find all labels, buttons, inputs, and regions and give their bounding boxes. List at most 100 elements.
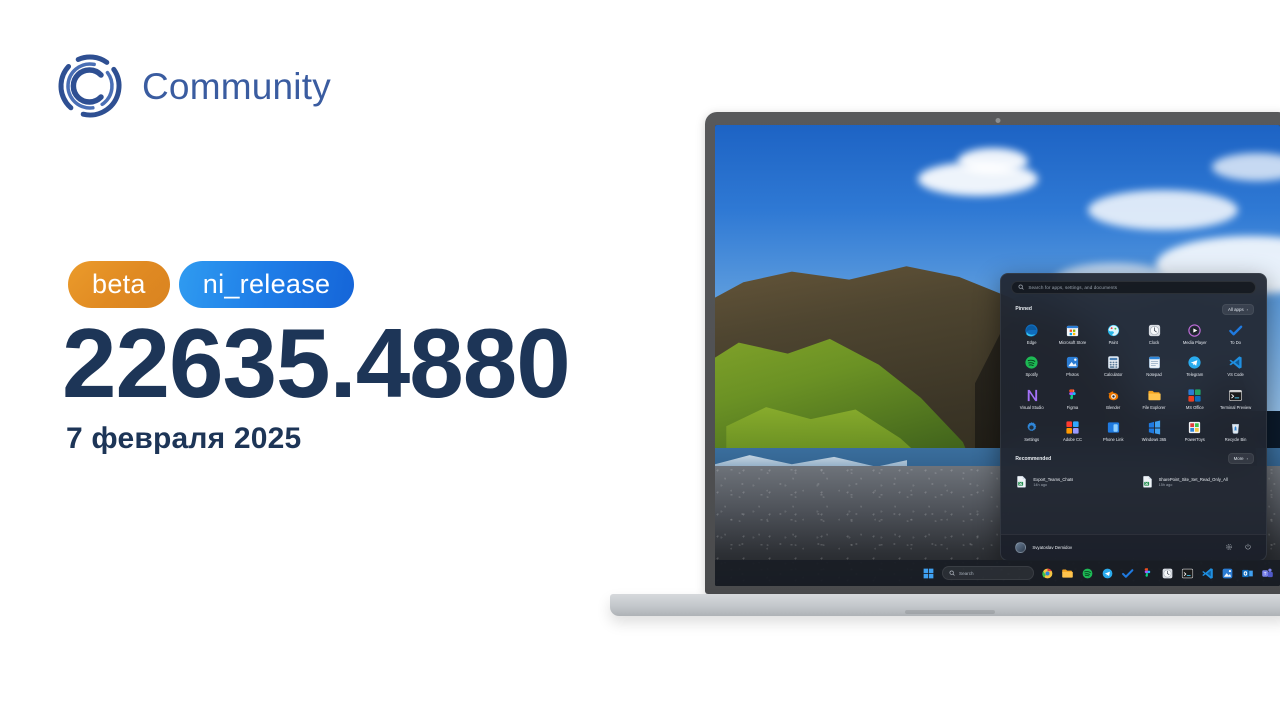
- pinned-app-settings[interactable]: Settings: [1011, 418, 1052, 445]
- app-label: Figma: [1066, 404, 1079, 410]
- pinned-app-visual-studio[interactable]: Visual Studio: [1011, 386, 1052, 413]
- chevron-right-icon: ›: [1246, 306, 1248, 312]
- app-label: Paint: [1108, 339, 1118, 345]
- outlook-icon[interactable]: [1241, 567, 1254, 580]
- user-avatar[interactable]: [1015, 541, 1027, 553]
- laptop-lid: Search for apps, settings, and documents…: [705, 112, 1280, 594]
- app-label: To Do: [1230, 339, 1241, 345]
- pinned-app-edge[interactable]: Edge: [1011, 321, 1052, 348]
- file-explorer-icon: [1147, 390, 1161, 401]
- pinned-app-phone-link[interactable]: Phone Link: [1093, 418, 1134, 445]
- app-label: Phone Link: [1103, 437, 1124, 443]
- edge-icon: [1025, 324, 1038, 337]
- pinned-app-notepad[interactable]: Notepad: [1134, 353, 1175, 380]
- start-search-input[interactable]: Search for apps, settings, and documents: [1011, 280, 1256, 294]
- account-bar: Svyatoslav Demidov: [1001, 533, 1266, 560]
- app-label: Edge: [1026, 339, 1037, 345]
- recommended-item-name: Export_Teams_Chats: [1033, 476, 1074, 482]
- build-number: 22635.4880: [62, 308, 571, 418]
- paint-icon: [1107, 324, 1119, 337]
- to-do-icon: [1229, 325, 1243, 336]
- calculator-icon: [1107, 356, 1119, 370]
- recommended-item-meta: 15h ago: [1158, 482, 1173, 487]
- all-apps-button[interactable]: All apps ›: [1222, 303, 1254, 315]
- blender-icon: [1108, 391, 1118, 401]
- app-label: Visual Studio: [1019, 404, 1044, 410]
- app-label: PowerToys: [1184, 437, 1205, 443]
- app-label: Spotify: [1025, 372, 1038, 378]
- recommended-section-header: Recommended More ›: [1015, 452, 1254, 465]
- settings-gear-icon: [1027, 422, 1037, 432]
- chrome-icon[interactable]: [1041, 567, 1054, 580]
- pinned-app-calculator[interactable]: Calculator: [1093, 353, 1134, 380]
- to-do-icon[interactable]: [1121, 567, 1134, 580]
- pinned-app-spotify[interactable]: Spotify: [1011, 353, 1052, 380]
- telegram-icon[interactable]: [1101, 567, 1114, 580]
- teams-icon[interactable]: T: [1261, 567, 1274, 580]
- figma-icon[interactable]: [1141, 567, 1154, 580]
- pinned-app-recycle-bin[interactable]: Recycle Bin: [1215, 418, 1256, 445]
- phone-link-icon: [1107, 422, 1119, 434]
- visual-studio-icon: [1027, 389, 1038, 402]
- pinned-app-to-do[interactable]: To Do: [1215, 321, 1256, 348]
- app-label: Calculator: [1104, 372, 1123, 378]
- slide-canvas: Community beta ni_release 22635.4880 7 ф…: [0, 0, 1280, 720]
- clock-icon[interactable]: [1161, 567, 1174, 580]
- recycle-bin-icon: [1232, 424, 1240, 435]
- terminal-icon[interactable]: [1181, 567, 1194, 580]
- pinned-app-powertoys[interactable]: PowerToys: [1174, 418, 1215, 445]
- pinned-app-ms-office[interactable]: MS Office: [1174, 386, 1215, 413]
- release-date: 7 февраля 2025: [66, 422, 302, 455]
- recommended-item[interactable]: Export_Teams_Chats 14h ago: [1011, 472, 1130, 491]
- pinned-app-figma[interactable]: Figma: [1052, 386, 1093, 413]
- windows-365-icon: [1148, 420, 1160, 435]
- powertoys-icon: [1189, 422, 1201, 434]
- pinned-section-header: Pinned All apps ›: [1015, 303, 1254, 315]
- pinned-app-terminal-preview[interactable]: Terminal Preview: [1215, 386, 1256, 413]
- notepad-icon: [1148, 357, 1160, 369]
- app-label: VS Code: [1227, 372, 1244, 378]
- start-menu: Search for apps, settings, and documents…: [1000, 272, 1267, 561]
- pinned-app-vs-code[interactable]: VS Code: [1215, 353, 1256, 380]
- pinned-app-blender[interactable]: Blender: [1093, 386, 1134, 413]
- pinned-app-adobe-cc[interactable]: Adobe CC: [1052, 418, 1093, 445]
- pinned-app-paint[interactable]: Paint: [1093, 321, 1134, 348]
- file-explorer-icon[interactable]: [1061, 567, 1074, 580]
- brand-lockup: Community: [56, 52, 331, 120]
- app-label: File Explorer: [1142, 404, 1166, 410]
- taskbar: Search T: [715, 560, 1280, 586]
- media-player-icon: [1188, 324, 1201, 337]
- pinned-app-windows-365[interactable]: Windows 365: [1134, 418, 1175, 445]
- gear-icon[interactable]: [1225, 543, 1233, 551]
- photos-icon: [1066, 357, 1079, 369]
- pinned-app-clock[interactable]: Clock: [1134, 321, 1175, 348]
- pinned-app-microsoft-store[interactable]: Microsoft Store: [1052, 321, 1093, 348]
- recommended-item[interactable]: SharePoint_Site_Set_Read_Only_All 15h ag…: [1137, 472, 1256, 491]
- ms-office-icon: [1188, 389, 1201, 402]
- power-icon[interactable]: [1244, 543, 1252, 551]
- pinned-app-media-player[interactable]: Media Player: [1174, 321, 1215, 348]
- vs-code-icon[interactable]: [1201, 567, 1214, 580]
- pinned-app-telegram[interactable]: Telegram: [1174, 353, 1215, 380]
- windows-start-icon[interactable]: [922, 567, 935, 580]
- excel-document-icon: [1017, 476, 1027, 488]
- search-icon: [949, 570, 955, 576]
- spotify-icon[interactable]: [1081, 567, 1094, 580]
- app-label: Terminal Preview: [1220, 404, 1252, 410]
- taskbar-search-box[interactable]: Search: [942, 566, 1034, 580]
- laptop-screen: Search for apps, settings, and documents…: [715, 125, 1280, 586]
- app-label: Photos: [1066, 372, 1079, 378]
- chevron-right-icon: ›: [1246, 456, 1248, 462]
- photos-icon[interactable]: [1221, 567, 1234, 580]
- more-button[interactable]: More ›: [1227, 452, 1254, 465]
- excel-document-icon: [1142, 476, 1152, 488]
- spotify-icon: [1025, 356, 1038, 369]
- laptop-base: [610, 594, 1280, 616]
- app-label: Media Player: [1182, 339, 1207, 345]
- app-label: Adobe CC: [1063, 437, 1082, 443]
- pinned-app-file-explorer[interactable]: File Explorer: [1134, 386, 1175, 413]
- app-label: Clock: [1148, 339, 1160, 345]
- laptop-device: Search for apps, settings, and documents…: [610, 112, 1280, 622]
- svg-text:T: T: [1264, 571, 1267, 576]
- pinned-app-photos[interactable]: Photos: [1052, 353, 1093, 380]
